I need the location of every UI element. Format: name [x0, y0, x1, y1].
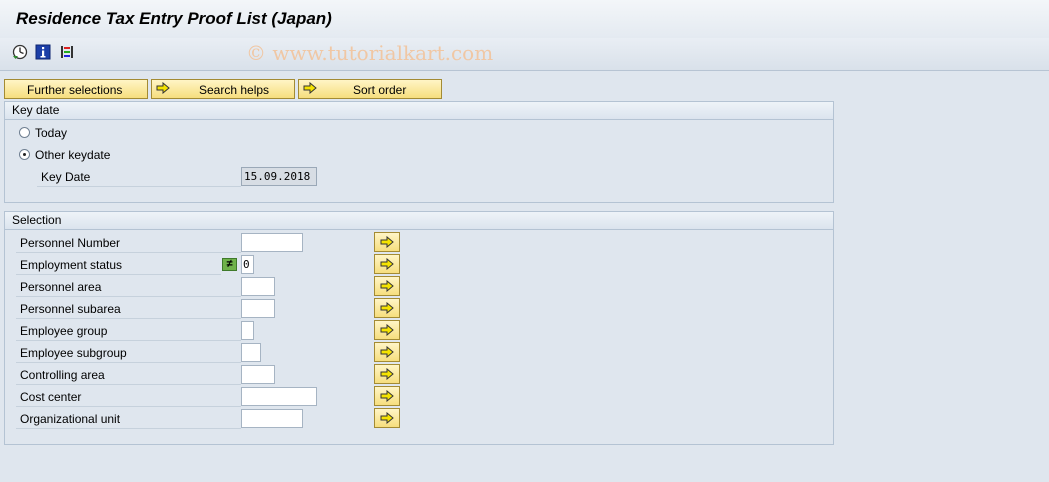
row-divider: [16, 384, 241, 385]
arrow-right-icon: [380, 236, 394, 248]
employee-group-multiple-selection-button[interactable]: [374, 320, 400, 340]
employee-subgroup-label: Employee subgroup: [20, 346, 127, 360]
employee-group-label: Employee group: [20, 324, 108, 338]
selection-group: Selection: [4, 211, 834, 445]
controlling-area-multiple-selection-button[interactable]: [374, 364, 400, 384]
arrow-right-icon: [380, 280, 394, 292]
personnel-subarea-input[interactable]: [241, 299, 275, 318]
row-divider: [16, 340, 241, 341]
further-selections-label: Further selections: [27, 83, 123, 97]
arrow-right-icon: [380, 412, 394, 424]
personnel-number-input[interactable]: [241, 233, 303, 252]
key-date-group: Key date: [4, 101, 834, 203]
execute-icon[interactable]: [12, 44, 28, 60]
employee-subgroup-input[interactable]: [241, 343, 261, 362]
other-keydate-radio[interactable]: [19, 149, 30, 160]
personnel-area-input[interactable]: [241, 277, 275, 296]
arrow-right-icon: [380, 302, 394, 314]
arrow-right-icon: [156, 82, 170, 94]
watermark: © www.tutorialkart.com: [246, 41, 494, 65]
row-divider: [16, 362, 241, 363]
arrow-right-icon: [303, 82, 317, 94]
arrow-right-icon: [380, 368, 394, 380]
further-selections-button[interactable]: Further selections: [4, 79, 148, 99]
row-divider: [16, 318, 241, 319]
search-helps-button[interactable]: Search helps: [151, 79, 295, 99]
personnel-area-multiple-selection-button[interactable]: [374, 276, 400, 296]
cost-center-input[interactable]: [241, 387, 317, 406]
info-icon[interactable]: [35, 44, 51, 60]
personnel-number-multiple-selection-button[interactable]: [374, 232, 400, 252]
key-date-group-header: Key date: [5, 102, 833, 120]
arrow-right-icon: [380, 346, 394, 358]
search-helps-label: Search helps: [199, 83, 270, 97]
key-date-label: Key Date: [41, 170, 91, 184]
employment-status-label: Employment status: [20, 258, 123, 272]
organizational-unit-multiple-selection-button[interactable]: [374, 408, 400, 428]
row-divider: [16, 296, 241, 297]
selection-group-title: Selection: [12, 213, 62, 227]
employment-status-multiple-selection-button[interactable]: [374, 254, 400, 274]
personnel-subarea-label: Personnel subarea: [20, 302, 121, 316]
organizational-unit-label: Organizational unit: [20, 412, 121, 426]
sort-order-button[interactable]: Sort order: [298, 79, 442, 99]
arrow-right-icon: [380, 258, 394, 270]
organizational-unit-input[interactable]: [241, 409, 303, 428]
page-title: Residence Tax Entry Proof List (Japan): [16, 9, 332, 28]
employee-group-input[interactable]: [241, 321, 254, 340]
key-date-group-title: Key date: [12, 103, 60, 117]
selection-group-header: Selection: [5, 212, 833, 230]
application-toolbar: © www.tutorialkart.com: [0, 38, 1049, 71]
today-radio[interactable]: [19, 127, 30, 138]
arrow-right-icon: [380, 390, 394, 402]
row-divider: [16, 428, 241, 429]
employment-status-input[interactable]: [241, 255, 254, 274]
key-date-field[interactable]: [241, 167, 317, 186]
other-keydate-label: Other keydate: [35, 148, 111, 162]
not-equal-icon[interactable]: ≠: [222, 258, 237, 271]
row-divider: [37, 186, 241, 187]
row-divider: [16, 406, 241, 407]
controlling-area-input[interactable]: [241, 365, 275, 384]
sort-order-label: Sort order: [353, 83, 407, 97]
row-divider: [16, 252, 241, 253]
title-bar: Residence Tax Entry Proof List (Japan): [0, 0, 1049, 38]
personnel-number-label: Personnel Number: [20, 236, 121, 250]
personnel-area-label: Personnel area: [20, 280, 102, 294]
today-label: Today: [35, 126, 68, 140]
variant-icon[interactable]: [59, 44, 75, 60]
personnel-subarea-multiple-selection-button[interactable]: [374, 298, 400, 318]
arrow-right-icon: [380, 324, 394, 336]
employee-subgroup-multiple-selection-button[interactable]: [374, 342, 400, 362]
cost-center-multiple-selection-button[interactable]: [374, 386, 400, 406]
cost-center-label: Cost center: [20, 390, 82, 404]
row-divider: [16, 274, 221, 275]
controlling-area-label: Controlling area: [20, 368, 105, 382]
